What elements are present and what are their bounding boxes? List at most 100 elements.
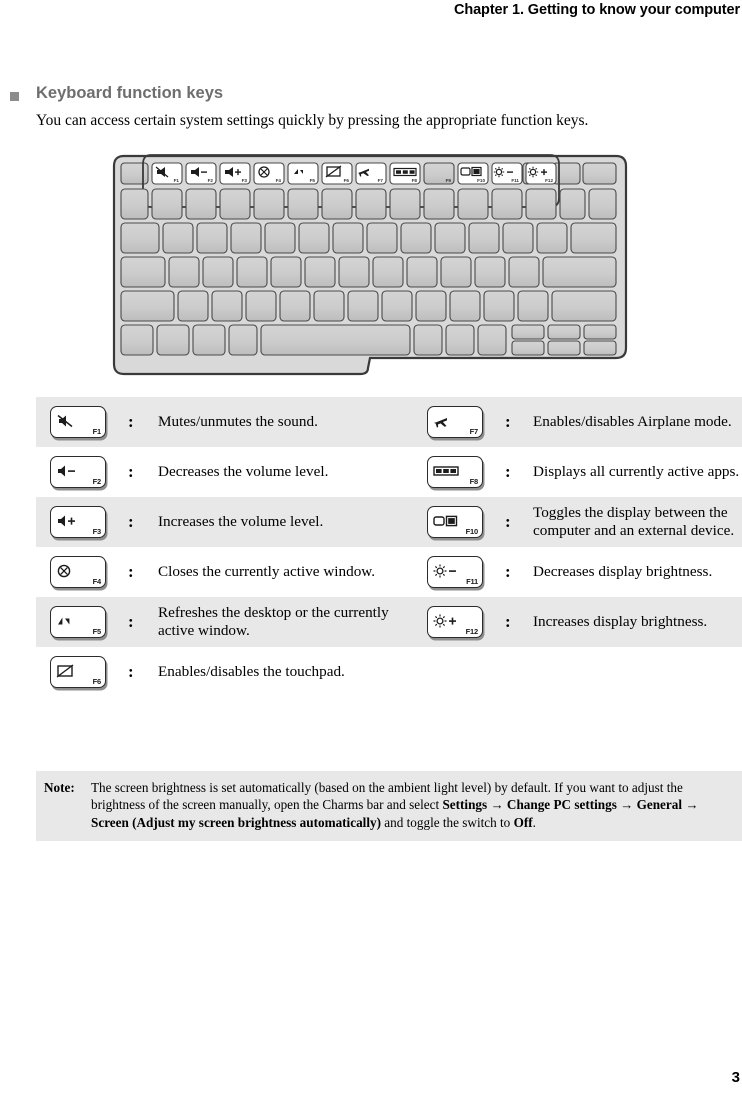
- colon-separator: :: [505, 411, 511, 431]
- volume-down-icon: [56, 461, 90, 481]
- key-description: Displays all currently active apps.: [533, 462, 740, 480]
- section-heading: Keyboard function keys: [10, 84, 710, 108]
- colon-separator: :: [128, 461, 134, 481]
- bullet-square-icon: [10, 92, 19, 101]
- keycap-label: F3: [92, 527, 102, 536]
- keycap-label: F12: [465, 627, 479, 636]
- brightness-down-icon: [433, 561, 467, 581]
- colon-separator: :: [128, 611, 134, 631]
- keycap-f6: F6: [50, 656, 106, 688]
- key-cell-f6: F6: [36, 647, 128, 697]
- colon-separator: :: [505, 611, 511, 631]
- note-arrow-1: →: [487, 797, 507, 813]
- key-cell-f2: F2: [36, 447, 128, 497]
- note-bold-settings: Settings: [442, 797, 488, 813]
- colon-separator: :: [505, 461, 511, 481]
- volume-up-icon: [56, 511, 90, 531]
- colon-separator: :: [128, 511, 134, 531]
- table-row: F4 : Closes the currently active window.: [36, 547, 742, 597]
- colon-separator: :: [505, 561, 511, 581]
- key-cell-f10: F10: [413, 497, 505, 547]
- keyboard-illustration: F1 F2 F3 F4 F5 F6 F7 F8 F9 F10 F11 F12: [110, 152, 630, 380]
- key-cell-empty: [413, 647, 505, 697]
- svg-text:F7: F7: [378, 178, 384, 183]
- note-label: Note:: [44, 780, 75, 795]
- svg-text:F10: F10: [477, 178, 485, 183]
- key-description: Enables/disables Airplane mode.: [533, 412, 732, 430]
- brightness-up-icon: [433, 611, 467, 631]
- close-window-icon: [56, 561, 90, 581]
- keycap-label: F7: [469, 427, 479, 436]
- keycap-label: F10: [465, 527, 479, 536]
- table-row: F6 : Enables/disables the touchpad.: [36, 647, 742, 697]
- keycap-f4: F4: [50, 556, 106, 588]
- keycap-label: F2: [92, 477, 102, 486]
- key-description: Decreases the volume level.: [158, 462, 329, 480]
- display-toggle-icon: [433, 511, 467, 531]
- keycap-f11: F11: [427, 556, 483, 588]
- note-bold-off: Off: [513, 814, 533, 830]
- svg-text:F6: F6: [344, 178, 350, 183]
- function-key-table: F1 : Mutes/unmutes the sound. F7 : Enabl…: [36, 397, 742, 697]
- table-row: F3 : Increases the volume level. F10: T…: [36, 497, 742, 547]
- svg-text:F3: F3: [242, 178, 248, 183]
- note-arrow-2: →: [616, 797, 637, 813]
- active-apps-icon: [433, 461, 467, 481]
- keycap-f10: F10: [427, 506, 483, 538]
- note-bold-general: General: [636, 797, 683, 813]
- keycap-label: F1: [92, 427, 102, 436]
- key-cell-f1: F1: [36, 397, 128, 447]
- svg-text:F2: F2: [208, 178, 214, 183]
- key-description: Increases the volume level.: [158, 512, 324, 530]
- keycap-f2: F2: [50, 456, 106, 488]
- svg-text:F8: F8: [412, 178, 418, 183]
- svg-text:F9: F9: [446, 178, 452, 183]
- key-description: Closes the currently active window.: [158, 562, 376, 580]
- svg-text:F12: F12: [545, 178, 553, 183]
- keycap-f1: F1: [50, 406, 106, 438]
- airplane-icon: [433, 411, 467, 431]
- key-cell-f12: F12: [413, 597, 505, 647]
- colon-separator: :: [128, 661, 134, 681]
- note-bold-change-pc-settings: Change PC settings: [506, 797, 617, 813]
- touchpad-off-icon: [56, 661, 90, 681]
- page-number: 3: [731, 1069, 740, 1086]
- key-cell-f5: F5: [36, 597, 128, 647]
- keycap-f7: F7: [427, 406, 483, 438]
- key-description: Refreshes the desktop or the currently a…: [158, 603, 389, 640]
- keycap-f12: F12: [427, 606, 483, 638]
- note-bold-screen-option: Screen (Adjust my screen brightness auto…: [91, 814, 381, 830]
- key-description: Increases display brightness.: [533, 612, 708, 630]
- key-cell-f4: F4: [36, 547, 128, 597]
- note-part-2: and toggle the switch to: [380, 814, 514, 830]
- key-cell-f8: F8: [413, 447, 505, 497]
- key-cell-f3: F3: [36, 497, 128, 547]
- page-title: Keyboard function keys: [36, 84, 224, 102]
- note-text: Note: The screen brightness is set automa…: [44, 779, 732, 831]
- keycap-label: F5: [92, 627, 102, 636]
- key-description: Decreases display brightness.: [533, 562, 713, 580]
- key-description: Mutes/unmutes the sound.: [158, 412, 318, 430]
- keycap-label: F8: [469, 477, 479, 486]
- note-arrow-3: →: [682, 797, 699, 813]
- table-row: F1 : Mutes/unmutes the sound. F7 : Enabl…: [36, 397, 742, 447]
- colon-separator: :: [505, 511, 511, 531]
- keycap-label: F6: [92, 677, 102, 686]
- svg-text:F5: F5: [310, 178, 316, 183]
- intro-paragraph: You can access certain system settings q…: [36, 112, 589, 129]
- colon-separator: :: [128, 411, 134, 431]
- table-row: F2 : Decreases the volume level. F8: Di…: [36, 447, 742, 497]
- svg-text:F11: F11: [511, 178, 519, 183]
- key-cell-f7: F7: [413, 397, 505, 447]
- note-part-3: .: [532, 814, 536, 830]
- keycap-f3: F3: [50, 506, 106, 538]
- keycap-f8: F8: [427, 456, 483, 488]
- refresh-icon: [56, 611, 90, 631]
- colon-separator: :: [128, 561, 134, 581]
- mute-icon: [56, 411, 90, 431]
- svg-text:F4: F4: [276, 178, 282, 183]
- key-description: Enables/disables the touchpad.: [158, 662, 345, 680]
- keycap-f5: F5: [50, 606, 106, 638]
- note-box: Note: The screen brightness is set automa…: [36, 771, 742, 842]
- table-row: F5 : Refreshes the desktop or the curren…: [36, 597, 742, 647]
